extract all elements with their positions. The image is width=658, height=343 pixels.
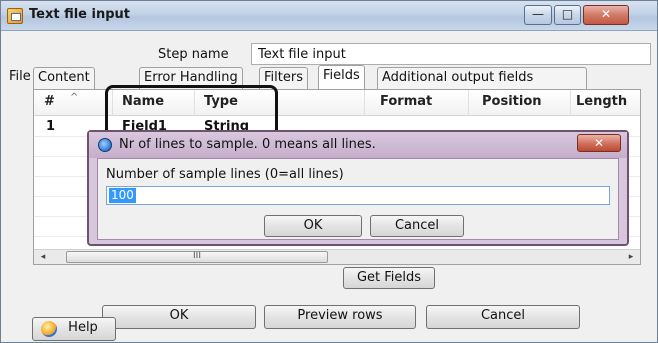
scroll-left-icon[interactable]: ◂: [36, 251, 50, 263]
scroll-thumb[interactable]: III: [66, 251, 328, 263]
column-divider: [364, 90, 365, 116]
tab-additional-output-fields[interactable]: Additional output fields: [377, 67, 587, 89]
column-divider: [468, 90, 469, 116]
tab-file[interactable]: File: [5, 67, 35, 89]
sample-dialog-title: Nr of lines to sample. 0 means all lines…: [119, 137, 376, 152]
sample-lines-value: 100: [109, 188, 136, 203]
app-icon: [7, 8, 23, 24]
row-number: 1: [46, 119, 56, 134]
info-icon: [98, 138, 112, 152]
help-button[interactable]: Help: [32, 317, 116, 341]
cancel-button[interactable]: Cancel: [426, 305, 580, 329]
tab-content[interactable]: Content: [33, 67, 95, 89]
close-button[interactable]: ✕: [583, 5, 629, 25]
maximize-button[interactable]: □: [554, 5, 581, 25]
sample-lines-label: Number of sample lines (0=all lines): [106, 167, 344, 182]
sample-cancel-button[interactable]: Cancel: [370, 215, 464, 237]
text-file-input-window: Text file input — □ ✕ Step name File Con…: [0, 0, 658, 343]
column-header-number[interactable]: #: [44, 94, 55, 109]
sort-indicator-icon: ^: [70, 92, 79, 103]
minimize-button[interactable]: —: [524, 5, 552, 25]
ok-button[interactable]: OK: [102, 305, 256, 329]
scroll-right-icon[interactable]: ▸: [624, 251, 638, 263]
title-bar[interactable]: Text file input — □ ✕: [1, 1, 657, 31]
column-divider: [570, 90, 571, 116]
get-fields-button[interactable]: Get Fields: [343, 267, 435, 289]
help-label: Help: [68, 320, 98, 335]
column-header-length[interactable]: Length: [576, 94, 627, 109]
sample-dialog-body: Number of sample lines (0=all lines) 100…: [97, 158, 619, 240]
sample-ok-button[interactable]: OK: [264, 215, 362, 237]
tab-fields[interactable]: Fields: [318, 65, 365, 89]
sample-lines-dialog: Nr of lines to sample. 0 means all lines…: [87, 130, 629, 246]
column-header-position[interactable]: Position: [482, 94, 542, 109]
step-name-label: Step name: [158, 47, 229, 62]
column-header-format[interactable]: Format: [380, 94, 432, 109]
help-icon: [41, 321, 57, 337]
step-name-input[interactable]: [251, 43, 651, 65]
horizontal-scrollbar[interactable]: ◂ III ▸: [34, 249, 640, 264]
preview-rows-button[interactable]: Preview rows: [264, 305, 416, 329]
sample-dialog-close-button[interactable]: ✕: [577, 134, 621, 152]
sample-dialog-title-bar[interactable]: Nr of lines to sample. 0 means all lines…: [89, 132, 627, 158]
window-title: Text file input: [29, 7, 131, 22]
sample-lines-input[interactable]: 100: [106, 186, 610, 205]
